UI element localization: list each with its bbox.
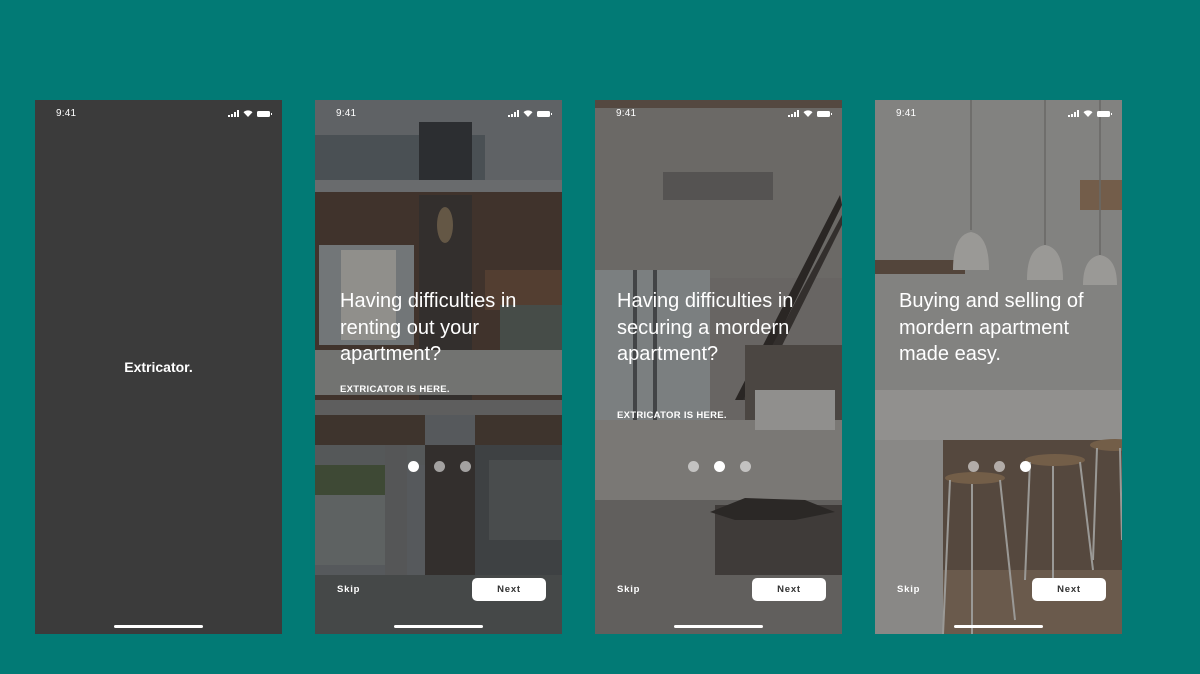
page-dot-1[interactable] [408, 461, 419, 472]
wifi-icon [1083, 110, 1093, 117]
page-indicator [408, 461, 471, 472]
page-dot-2[interactable] [434, 461, 445, 472]
wifi-icon [803, 110, 813, 117]
status-time: 9:41 [616, 108, 637, 119]
skip-button[interactable]: Skip [617, 584, 640, 595]
home-indicator[interactable] [674, 625, 763, 628]
battery-icon [1097, 111, 1112, 117]
page-dot-3[interactable] [740, 461, 751, 472]
splash-screen: 9:41 Extricator. [35, 100, 282, 634]
signal-icon [1068, 110, 1079, 117]
home-indicator[interactable] [394, 625, 483, 628]
home-indicator[interactable] [114, 625, 203, 628]
page-dot-1[interactable] [688, 461, 699, 472]
battery-icon [257, 111, 272, 117]
status-bar: 9:41 [595, 100, 842, 128]
skip-button[interactable]: Skip [337, 584, 360, 595]
page-dot-2[interactable] [714, 461, 725, 472]
status-time: 9:41 [896, 108, 917, 119]
page-dot-2[interactable] [994, 461, 1005, 472]
battery-icon [817, 111, 832, 117]
status-time: 9:41 [56, 108, 77, 119]
home-indicator[interactable] [954, 625, 1043, 628]
signal-icon [508, 110, 519, 117]
page-dot-3[interactable] [1020, 461, 1031, 472]
onboarding-subtext: EXTRICATOR IS HERE. [340, 384, 450, 395]
next-button[interactable]: Next [752, 578, 826, 601]
battery-icon [537, 111, 552, 117]
page-dot-1[interactable] [968, 461, 979, 472]
onboarding-screen-2: 9:41 Having difficulties in securing a m… [595, 100, 842, 634]
onboarding-headline: Having difficulties in securing a morder… [617, 290, 794, 365]
onboarding-headline: Buying and selling of mordern apartment … [899, 290, 1084, 365]
next-button[interactable]: Next [1032, 578, 1106, 601]
status-time: 9:41 [336, 108, 357, 119]
skip-button[interactable]: Skip [897, 584, 920, 595]
onboarding-screen-1: 9:41 Having difficulties in renting out … [315, 100, 562, 634]
page-indicator [688, 461, 751, 472]
signal-icon [228, 110, 239, 117]
onboarding-subtext: EXTRICATOR IS HERE. [617, 410, 727, 421]
status-bar: 9:41 [35, 100, 282, 128]
onboarding-screen-3: 9:41 Buying and selling of mordern apart… [875, 100, 1122, 634]
signal-icon [788, 110, 799, 117]
app-logo-title: Extricator. [124, 359, 193, 375]
status-bar: 9:41 [875, 100, 1122, 128]
wifi-icon [523, 110, 533, 117]
page-dot-3[interactable] [460, 461, 471, 472]
next-button[interactable]: Next [472, 578, 546, 601]
status-bar: 9:41 [315, 100, 562, 128]
wifi-icon [243, 110, 253, 117]
onboarding-headline: Having difficulties in renting out your … [340, 290, 517, 365]
page-indicator [968, 461, 1031, 472]
